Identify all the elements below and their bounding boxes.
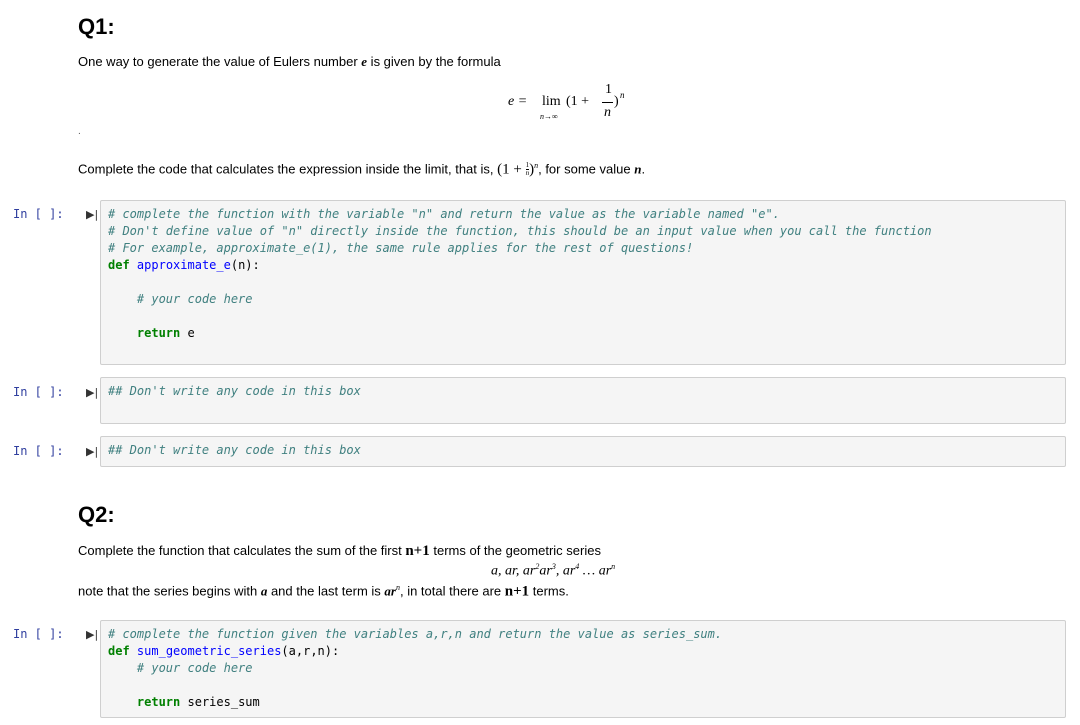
run-cell-icon[interactable]: ▶|	[86, 386, 98, 399]
formula-lim-sub: n→∞	[540, 112, 558, 121]
code-return-value: series_sum	[180, 695, 260, 709]
q1-instruction-text: Complete the code that calculates the ex…	[78, 161, 498, 177]
code-comment: # Don't define value of "n" directly ins…	[108, 224, 932, 238]
code-comment: ## Don't write any code in this box	[108, 443, 361, 457]
q1-instruction: Complete the code that calculates the ex…	[78, 161, 645, 178]
code-cell-sum-geometric-series[interactable]: # complete the function given the variab…	[100, 620, 1066, 718]
q1-instruction-end: .	[641, 161, 646, 177]
formula-frac-bar	[602, 102, 613, 103]
formula-exp: n	[620, 90, 625, 100]
q2-note-text: note that the series begins with	[78, 583, 261, 599]
cell-prompt: In [ ]:	[13, 207, 64, 221]
q2-intro-text-end: terms of the geometric series	[429, 543, 601, 558]
code-comment: # For example, approximate_e(1), the sam…	[108, 241, 694, 255]
q2-note-mid: and the last term is	[267, 583, 385, 599]
run-cell-icon[interactable]: ▶|	[86, 628, 98, 641]
q2-note: note that the series begins with a and t…	[78, 583, 569, 600]
cell-prompt: In [ ]:	[13, 627, 64, 641]
code-keyword-return: return	[136, 695, 181, 709]
q1-heading: Q1:	[78, 14, 115, 39]
code-keyword-def: def	[108, 644, 130, 658]
code-args: (n):	[230, 258, 260, 272]
code-function-name: approximate_e	[136, 258, 231, 272]
run-cell-icon[interactable]: ▶|	[86, 445, 98, 458]
code-comment: # your code here	[136, 661, 253, 675]
q2-intro: Complete the function that calculates th…	[78, 543, 601, 560]
code-function-name: sum_geometric_series	[136, 644, 282, 658]
series-term: ar	[539, 563, 552, 579]
series-term: , ar	[555, 563, 576, 579]
q2-intro-bold: n+1	[405, 543, 430, 559]
cell-prompt: In [ ]:	[13, 444, 64, 458]
series-term: a, ar, ar	[491, 563, 536, 579]
code-return-value: e	[180, 326, 195, 340]
code-block: ## Don't write any code in this box	[108, 442, 361, 459]
code-args: (a,r,n):	[281, 644, 340, 658]
series-term: … ar	[579, 563, 612, 579]
code-cell-locked[interactable]: ## Don't write any code in this box	[100, 377, 1066, 424]
q2-note-end: terms.	[529, 583, 569, 599]
code-comment: # complete the function with the variabl…	[108, 207, 780, 221]
inline-expr-open: (1 +	[497, 161, 526, 178]
run-cell-icon[interactable]: ▶|	[86, 208, 98, 221]
code-comment: # complete the function given the variab…	[108, 627, 723, 641]
q1-intro-text: One way to generate the value of Eulers …	[78, 54, 362, 69]
stray-dot: .	[78, 126, 81, 137]
code-comment: # your code here	[136, 292, 253, 306]
formula-close: )	[614, 94, 619, 109]
q2-note-mid2: , in total there are	[399, 583, 505, 599]
q2-note-ar: ar	[384, 583, 396, 599]
code-keyword-def: def	[108, 258, 130, 272]
q1-intro: One way to generate the value of Eulers …	[78, 54, 501, 70]
geometric-series: a, ar, ar2ar3, ar4 … arn	[491, 562, 615, 580]
q2-intro-text: Complete the function that calculates th…	[78, 543, 406, 558]
q1-intro-text-end: is given by the formula	[367, 54, 501, 69]
formula-num: 1	[605, 82, 612, 97]
code-comment: ## Don't write any code in this box	[108, 384, 361, 398]
code-cell-approximate-e[interactable]: # complete the function with the variabl…	[100, 200, 1066, 365]
code-block: # complete the function given the variab…	[108, 626, 722, 711]
formula-den: n	[604, 105, 611, 120]
code-block: # complete the function with the variabl…	[108, 206, 932, 342]
code-keyword-return: return	[136, 326, 181, 340]
series-exp: n	[611, 562, 616, 571]
code-block: ## Don't write any code in this box	[108, 383, 361, 400]
q2-note-bold: n+1	[504, 583, 530, 600]
code-cell-locked[interactable]: ## Don't write any code in this box	[100, 436, 1066, 467]
q1-instruction-mid: , for some value	[538, 161, 635, 177]
formula-lim: lim	[542, 94, 561, 109]
formula-open: (1 +	[566, 94, 590, 109]
q2-heading: Q2:	[78, 502, 115, 527]
formula-lhs: e =	[508, 94, 528, 109]
cell-prompt: In [ ]:	[13, 385, 64, 399]
